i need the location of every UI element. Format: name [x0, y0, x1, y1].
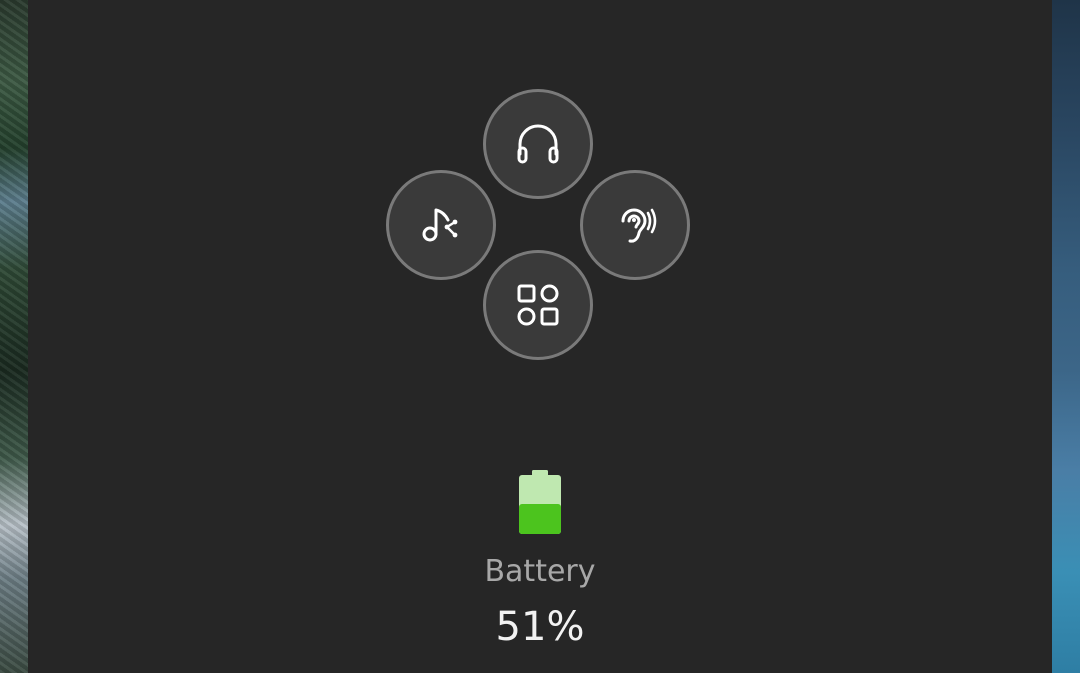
music-share-icon [422, 208, 458, 242]
battery-percentage: 51% [495, 604, 585, 650]
headphones-icon [517, 124, 559, 164]
wallpaper-right-edge [1052, 0, 1080, 673]
apps-button[interactable] [483, 250, 593, 360]
battery-label: Battery [484, 554, 596, 589]
battery-status: Battery 51% [28, 470, 1052, 650]
ambient-sound-button[interactable] [580, 170, 690, 280]
wallpaper-left-edge [0, 0, 30, 673]
screen: Battery 51% [0, 0, 1080, 673]
music-share-button[interactable] [386, 170, 496, 280]
earbuds-control-panel: Battery 51% [28, 0, 1052, 673]
apps-grid-icon [517, 284, 559, 326]
ear-icon [621, 208, 657, 243]
headphones-button[interactable] [483, 89, 593, 199]
battery-icon [519, 470, 561, 534]
